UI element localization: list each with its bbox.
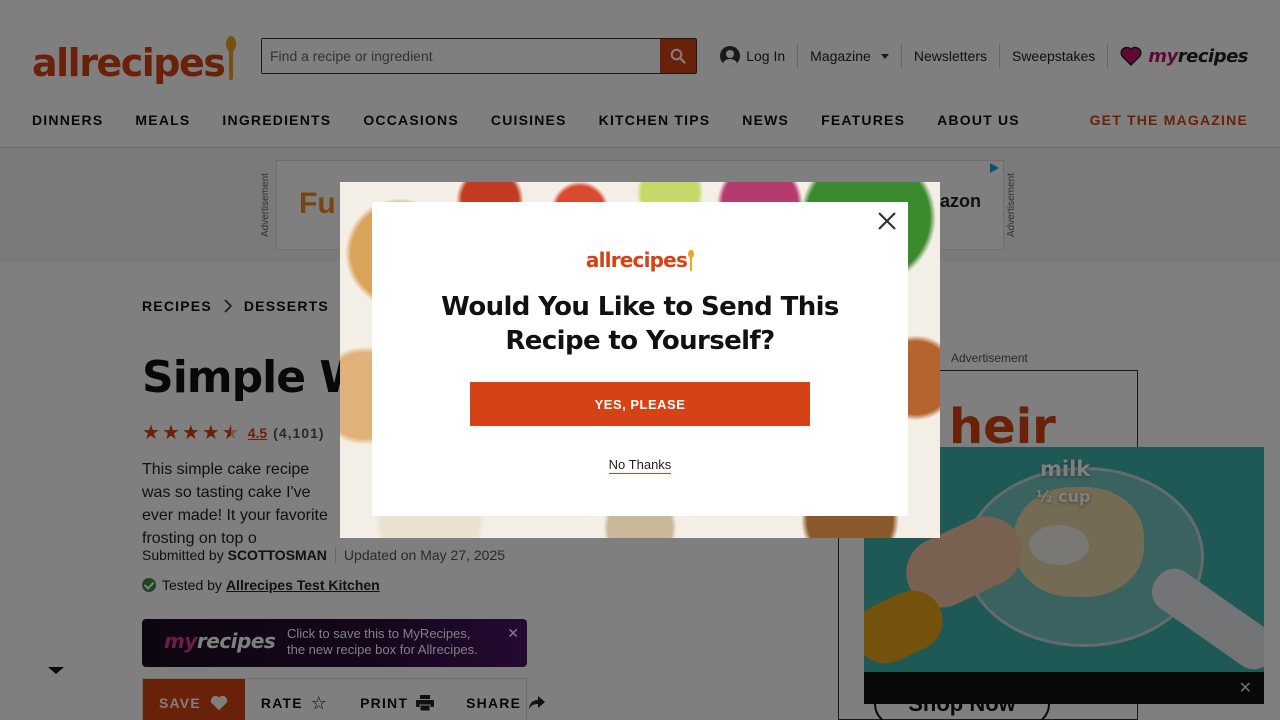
no-thanks-link[interactable]: No Thanks: [608, 457, 672, 474]
modal-logo-text: allrecipes: [585, 248, 688, 272]
modal-title: Would You Like to Send This Recipe to Yo…: [372, 290, 908, 358]
send-recipe-modal: allrecipes Would You Like to Send This R…: [372, 202, 908, 516]
spoon-icon: [688, 250, 695, 272]
no-thanks-container: No Thanks: [372, 457, 908, 474]
modal-logo: allrecipes: [372, 248, 908, 272]
close-icon[interactable]: [876, 210, 898, 232]
yes-please-button[interactable]: YES, PLEASE: [470, 382, 810, 426]
modal-title-line1: Would You Like to Send This: [441, 292, 839, 322]
modal-title-line2: Recipe to Yourself?: [505, 326, 775, 356]
